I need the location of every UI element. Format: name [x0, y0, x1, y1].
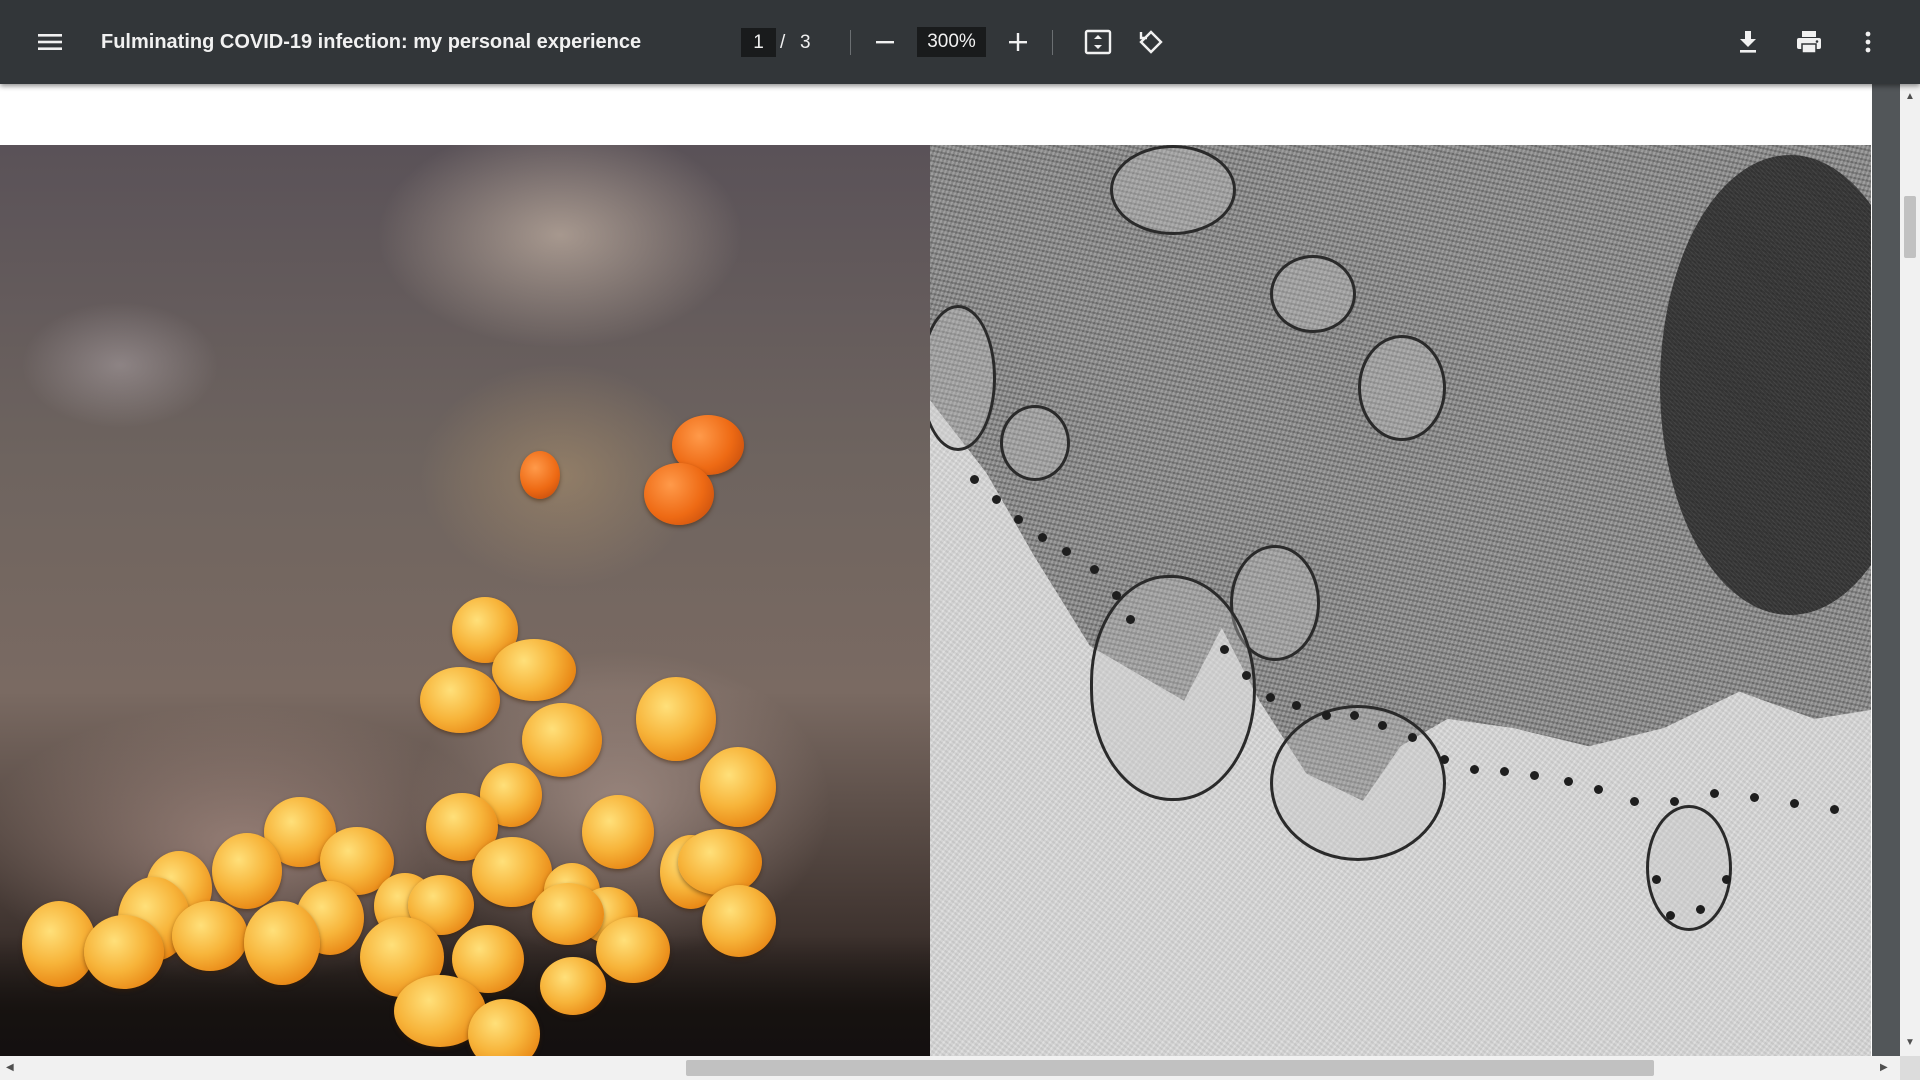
virus-particle	[532, 883, 604, 945]
vertical-scrollbar-thumb[interactable]	[1904, 196, 1916, 258]
download-icon[interactable]	[1724, 18, 1772, 66]
virion	[992, 495, 1001, 504]
pdf-page	[0, 84, 1872, 1056]
virion	[1630, 797, 1639, 806]
virion	[1670, 797, 1679, 806]
virion	[1470, 765, 1479, 774]
pdf-toolbar: Fulminating COVID-19 infection: my perso…	[0, 0, 1920, 84]
virion	[1500, 767, 1509, 776]
virion	[1696, 905, 1705, 914]
fit-to-page-icon[interactable]	[1074, 18, 1122, 66]
scroll-down-arrow-icon[interactable]: ▼	[1905, 1038, 1915, 1048]
page-total: 3	[800, 31, 811, 53]
virion	[1652, 875, 1661, 884]
virion	[1126, 615, 1135, 624]
scroll-left-arrow-icon[interactable]: ◀	[6, 1063, 14, 1073]
virus-particle	[540, 957, 606, 1015]
virus-particle	[244, 901, 320, 985]
virion	[1266, 693, 1275, 702]
virion	[1408, 733, 1417, 742]
rotate-counterclockwise-icon[interactable]	[1127, 18, 1175, 66]
cell-protrusion	[1090, 575, 1256, 801]
virion	[1220, 645, 1229, 654]
vesicle	[1358, 335, 1446, 441]
scrollbar-corner	[1900, 1056, 1920, 1080]
cell-protrusion	[1646, 805, 1732, 931]
virion	[1666, 911, 1675, 920]
horizontal-scrollbar[interactable]: ◀ ▶	[0, 1056, 1900, 1080]
vesicle	[1000, 405, 1070, 481]
virus-particle	[702, 885, 776, 957]
virion	[1440, 755, 1449, 764]
virion	[1722, 875, 1731, 884]
virus-particle	[644, 463, 714, 525]
zoom-level-input[interactable]: 300%	[917, 27, 986, 57]
virion	[1564, 777, 1573, 786]
virion	[1710, 789, 1719, 798]
virion	[1750, 793, 1759, 802]
document-viewport[interactable]	[0, 84, 1900, 1056]
virion	[1530, 771, 1539, 780]
virion	[1830, 805, 1839, 814]
sem-micrograph-image	[0, 145, 930, 1056]
minus-icon[interactable]	[861, 18, 909, 66]
horizontal-scrollbar-thumb[interactable]	[686, 1060, 1654, 1076]
virus-particle	[700, 747, 776, 827]
scroll-up-arrow-icon[interactable]: ▲	[1905, 92, 1915, 102]
cell-protrusion	[1270, 705, 1446, 861]
toolbar-divider	[1052, 30, 1053, 55]
virus-particle	[520, 451, 560, 499]
virus-particle	[678, 829, 762, 895]
plus-icon[interactable]	[994, 18, 1042, 66]
tem-micrograph-image	[930, 145, 1871, 1056]
virus-particle	[212, 833, 282, 909]
virion	[1062, 547, 1071, 556]
toolbar-divider	[850, 30, 851, 55]
vesicle	[1270, 255, 1356, 333]
virion	[1242, 671, 1251, 680]
vertical-scrollbar[interactable]: ▲ ▼	[1900, 84, 1920, 1056]
virion	[1790, 799, 1799, 808]
print-icon[interactable]	[1785, 18, 1833, 66]
virion	[1090, 565, 1099, 574]
virion	[1038, 533, 1047, 542]
virus-particle	[522, 703, 602, 777]
page-separator: /	[780, 31, 786, 53]
virus-particle	[636, 677, 716, 761]
virus-particle	[492, 639, 576, 701]
virion	[1350, 711, 1359, 720]
hamburger-menu-icon[interactable]	[26, 18, 74, 66]
virion	[1292, 701, 1301, 710]
vesicle	[1110, 145, 1236, 235]
virion	[1112, 591, 1121, 600]
virus-particle	[596, 917, 670, 983]
virus-particle	[420, 667, 500, 733]
scroll-right-arrow-icon[interactable]: ▶	[1880, 1063, 1888, 1073]
document-title: Fulminating COVID-19 infection: my perso…	[101, 30, 642, 53]
virus-particle	[84, 915, 164, 989]
virus-particle	[582, 795, 654, 869]
page-number-input[interactable]: 1	[741, 28, 776, 57]
virion	[1322, 711, 1331, 720]
virion	[1594, 785, 1603, 794]
virion	[1378, 721, 1387, 730]
more-vertical-icon[interactable]	[1844, 18, 1892, 66]
virus-particle	[172, 901, 248, 971]
virion	[1014, 515, 1023, 524]
virion	[970, 475, 979, 484]
